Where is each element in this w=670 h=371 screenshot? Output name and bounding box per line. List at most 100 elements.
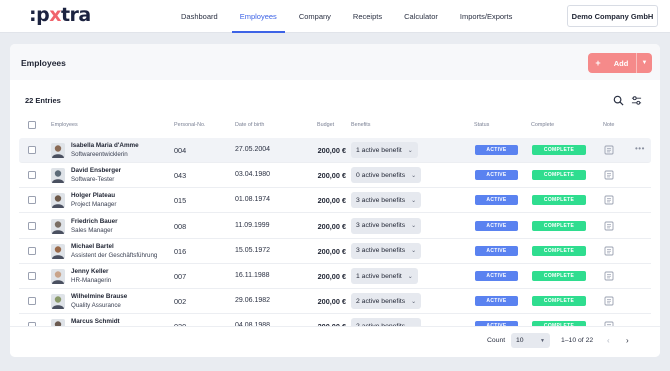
note-icon[interactable] bbox=[604, 145, 614, 155]
add-employee-button[interactable]: + Add ▼ bbox=[588, 53, 652, 73]
benefits-dropdown[interactable]: 0 active benefits ⌄ bbox=[351, 167, 422, 184]
budget-value: 200,00 € bbox=[317, 246, 346, 256]
employee-role: Assistent der Geschäftsführung bbox=[71, 251, 158, 259]
table-row[interactable]: David Ensberger Software-Tester 043 03.04.1… bbox=[19, 163, 651, 189]
note-icon[interactable] bbox=[604, 195, 614, 205]
employee-name[interactable]: Jenny Keller bbox=[71, 268, 108, 275]
row-checkbox[interactable] bbox=[28, 146, 36, 154]
employee-name[interactable]: Marcus Schmidt bbox=[71, 318, 120, 325]
benefits-dropdown[interactable]: 3 active benefits ⌄ bbox=[351, 217, 422, 234]
logo-prefix: :p bbox=[29, 4, 50, 26]
avatar bbox=[51, 269, 65, 284]
table-row[interactable]: Isabella Maria d'Amme Softwareentwickleri… bbox=[19, 138, 651, 163]
employee-name[interactable]: Friedrich Bauer bbox=[71, 218, 118, 225]
personal-number: 016 bbox=[174, 246, 187, 256]
next-page-icon[interactable]: › bbox=[626, 336, 629, 345]
nav-item-employees[interactable]: Employees bbox=[229, 0, 288, 33]
employee-role: Quality Assurance bbox=[71, 302, 121, 310]
select-all-checkbox[interactable] bbox=[28, 121, 36, 129]
benefits-label: 3 active benefits bbox=[356, 196, 406, 204]
nav-item-company[interactable]: Company bbox=[288, 0, 342, 33]
note-icon[interactable] bbox=[604, 271, 614, 281]
complete-badge: COMPLETE bbox=[532, 245, 586, 256]
note-icon[interactable] bbox=[604, 246, 614, 256]
chevron-down-icon: ⌄ bbox=[411, 197, 417, 204]
pagination-range: 1–10 of 22 bbox=[561, 337, 594, 344]
status-badge: ACTIVE bbox=[475, 145, 518, 155]
table-row[interactable]: Wilhelmine Brause Quality Assurance 002 29.… bbox=[19, 289, 651, 315]
row-checkbox[interactable] bbox=[28, 196, 36, 205]
benefits-label: 1 active benefit bbox=[356, 272, 402, 280]
column-complete[interactable]: Complete bbox=[531, 122, 554, 128]
employee-name[interactable]: Michael Bartel bbox=[71, 243, 114, 250]
benefits-dropdown[interactable]: 3 active benefits ⌄ bbox=[351, 242, 422, 259]
column-date-of-birth[interactable]: Date of birth bbox=[235, 122, 264, 128]
more-options-icon[interactable]: ••• bbox=[635, 144, 645, 153]
nav-item-imports-exports[interactable]: Imports/Exports bbox=[449, 0, 524, 33]
column-budget[interactable]: Budget bbox=[317, 122, 334, 128]
company-switcher-button[interactable]: Demo Company GmbH bbox=[567, 5, 658, 27]
nav-item-receipts[interactable]: Receipts bbox=[342, 0, 393, 33]
benefits-label: 2 active benefits bbox=[356, 297, 406, 305]
nav-item-calculator[interactable]: Calculator bbox=[393, 0, 449, 33]
row-checkbox[interactable] bbox=[28, 171, 36, 180]
benefits-label: 3 active benefits bbox=[356, 247, 406, 255]
personal-number: 008 bbox=[174, 221, 187, 231]
column-employees[interactable]: Employees bbox=[51, 122, 78, 128]
employee-name[interactable]: Holger Plateau bbox=[71, 192, 115, 199]
avatar bbox=[51, 218, 65, 234]
table-row[interactable]: Holger Plateau Project Manager 015 01.08.19… bbox=[19, 188, 651, 214]
benefits-dropdown[interactable]: 3 active benefits ⌄ bbox=[351, 192, 422, 209]
employee-name[interactable]: Wilhelmine Brause bbox=[71, 293, 127, 300]
nav-item-dashboard[interactable]: Dashboard bbox=[170, 0, 229, 33]
employee-role: Project Manager bbox=[71, 201, 117, 209]
column-personal-no[interactable]: Personal-No. bbox=[174, 122, 205, 128]
benefits-dropdown[interactable]: 1 active benefit ⌄ bbox=[351, 268, 418, 284]
table-row[interactable]: Michael Bartel Assistent der Geschäftsfüh… bbox=[19, 239, 651, 264]
entries-count: 22 Entries bbox=[25, 96, 61, 105]
chevron-down-icon[interactable]: ▼ bbox=[637, 60, 652, 66]
page-size-select[interactable]: 10 ▼ bbox=[511, 333, 550, 348]
main-nav: Dashboard Employees Company Receipts Calcula… bbox=[170, 0, 523, 33]
column-status[interactable]: Status bbox=[474, 122, 489, 128]
row-checkbox[interactable] bbox=[28, 221, 36, 230]
benefits-label: 1 active benefit bbox=[356, 146, 402, 154]
top-navigation-bar: :pxtra Dashboard Employees Company Receipts… bbox=[0, 0, 670, 33]
column-benefits[interactable]: Benefits bbox=[351, 122, 370, 128]
table-row[interactable]: Jenny Keller HR-Managerin 007 16.11.1988 200… bbox=[19, 264, 651, 289]
table-row[interactable]: Friedrich Bauer Sales Manager 008 11.09.199… bbox=[19, 214, 651, 239]
note-icon[interactable] bbox=[604, 221, 614, 231]
date-of-birth: 16.11.1988 bbox=[235, 272, 270, 279]
note-icon[interactable] bbox=[604, 296, 614, 306]
budget-value: 200,00 € bbox=[317, 272, 346, 281]
logo-suffix: tra bbox=[60, 4, 91, 26]
benefits-dropdown[interactable]: 1 active benefit ⌄ bbox=[351, 142, 418, 158]
chevron-down-icon: ⌄ bbox=[407, 273, 413, 280]
benefits-dropdown[interactable]: 2 active benefits ⌄ bbox=[351, 293, 422, 310]
row-checkbox[interactable] bbox=[28, 297, 36, 306]
chevron-down-icon: ⌄ bbox=[411, 248, 417, 255]
search-icon[interactable] bbox=[613, 95, 624, 106]
note-icon[interactable] bbox=[604, 170, 614, 180]
filter-sliders-icon[interactable] bbox=[631, 95, 642, 106]
date-of-birth: 15.05.1972 bbox=[235, 246, 271, 254]
employees-card: Employees + Add ▼ 22 Entries Employees P… bbox=[10, 44, 660, 357]
table-footer: Count 10 ▼ 1–10 of 22 ‹ › bbox=[10, 326, 660, 357]
row-checkbox[interactable] bbox=[28, 246, 36, 255]
pxtra-logo[interactable]: :pxtra bbox=[29, 4, 91, 26]
personal-number: 002 bbox=[174, 297, 187, 307]
employee-role: Sales Manager bbox=[71, 226, 113, 234]
employee-name[interactable]: David Ensberger bbox=[71, 167, 121, 174]
budget-value: 200,00 € bbox=[317, 297, 346, 307]
previous-page-icon[interactable]: ‹ bbox=[607, 336, 610, 345]
budget-value: 200,00 € bbox=[317, 146, 346, 155]
employee-role: Software-Tester bbox=[71, 176, 115, 184]
personal-number: 004 bbox=[174, 146, 187, 155]
chevron-down-icon: ⌄ bbox=[411, 223, 417, 230]
status-badge: ACTIVE bbox=[475, 271, 518, 281]
budget-value: 200,00 € bbox=[317, 171, 346, 181]
employee-name[interactable]: Isabella Maria d'Amme bbox=[71, 142, 139, 149]
status-badge: ACTIVE bbox=[475, 245, 518, 256]
status-badge: ACTIVE bbox=[475, 220, 518, 231]
row-checkbox[interactable] bbox=[28, 272, 36, 280]
